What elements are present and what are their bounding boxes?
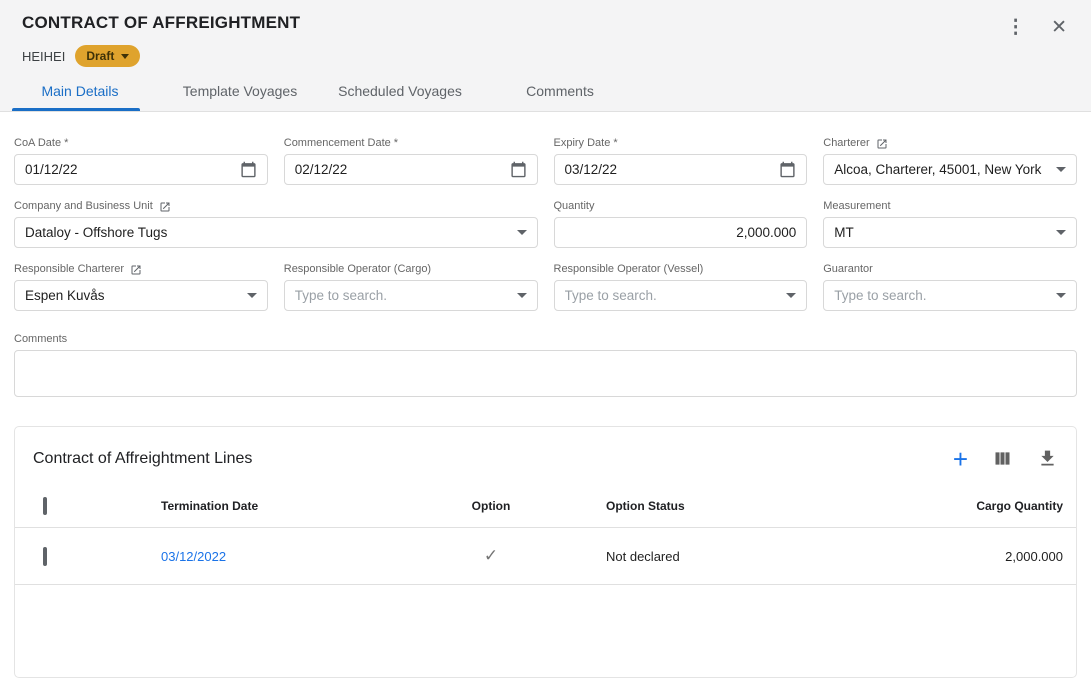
external-link-icon[interactable] (876, 138, 888, 150)
table-header-row: Termination Date Option Option Status Ca… (15, 484, 1076, 528)
col-termination-date: Termination Date (161, 499, 421, 513)
guarantor-input[interactable] (834, 288, 1048, 303)
responsible-charterer-label: Responsible Charterer (14, 263, 124, 276)
charterer-select[interactable]: Alcoa, Charterer, 45001, New York (823, 154, 1077, 185)
add-line-button[interactable]: + (953, 449, 968, 469)
commencement-date-input-wrap (284, 154, 538, 185)
calendar-icon[interactable] (779, 161, 796, 178)
dropdown-caret-icon (247, 293, 257, 298)
external-link-icon[interactable] (130, 264, 142, 276)
responsible-operator-vessel-field: Responsible Operator (Vessel) (554, 263, 808, 311)
option-check-icon: ✓ (484, 546, 498, 565)
responsible-operator-cargo-input[interactable] (295, 288, 509, 303)
kebab-menu-icon[interactable]: ⋮ (1006, 18, 1025, 37)
tab-main-details[interactable]: Main Details (0, 74, 160, 111)
responsible-operator-vessel-input[interactable] (565, 288, 779, 303)
cargo-quantity-value: 2,000.000 (841, 549, 1076, 564)
dropdown-caret-icon (1056, 230, 1066, 235)
company-business-unit-label: Company and Business Unit (14, 200, 153, 213)
calendar-icon[interactable] (240, 161, 257, 178)
coa-date-field: CoA Date * (14, 137, 268, 185)
guarantor-label: Guarantor (823, 263, 1077, 276)
contract-name: HEIHEI (22, 49, 65, 64)
responsible-operator-cargo-select[interactable] (284, 280, 538, 311)
measurement-value: MT (834, 225, 1048, 240)
responsible-charterer-select[interactable]: Espen Kuvås (14, 280, 268, 311)
measurement-field: Measurement MT (823, 200, 1077, 248)
commencement-date-field: Commencement Date * (284, 137, 538, 185)
dropdown-caret-icon (1056, 293, 1066, 298)
row-checkbox[interactable] (43, 547, 47, 566)
select-all-checkbox[interactable] (43, 497, 47, 515)
company-business-unit-select[interactable]: Dataloy - Offshore Tugs (14, 217, 538, 248)
option-status-value: Not declared (561, 549, 841, 564)
responsible-operator-cargo-field: Responsible Operator (Cargo) (284, 263, 538, 311)
expiry-date-field: Expiry Date * (554, 137, 808, 185)
tab-comments[interactable]: Comments (480, 74, 640, 111)
termination-date-link[interactable]: 03/12/2022 (161, 549, 226, 564)
expiry-date-input[interactable] (565, 162, 772, 177)
lines-card-title: Contract of Affreightment Lines (33, 450, 252, 468)
col-option-status: Option Status (561, 499, 841, 513)
external-link-icon[interactable] (159, 201, 171, 213)
quantity-input[interactable] (565, 225, 797, 240)
charterer-value: Alcoa, Charterer, 45001, New York (834, 162, 1048, 177)
header: CONTRACT OF AFFREIGHTMENT ⋮ ✕ HEIHEI Dra… (0, 0, 1091, 112)
dropdown-caret-icon (1056, 167, 1066, 172)
responsible-operator-cargo-label: Responsible Operator (Cargo) (284, 263, 538, 276)
download-icon[interactable] (1037, 448, 1058, 469)
measurement-label: Measurement (823, 200, 1077, 213)
quantity-field: Quantity (554, 200, 808, 248)
quantity-input-wrap (554, 217, 808, 248)
status-badge[interactable]: Draft (75, 45, 140, 67)
quantity-label: Quantity (554, 200, 808, 213)
responsible-charterer-field: Responsible Charterer Espen Kuvås (14, 263, 268, 311)
responsible-operator-vessel-select[interactable] (554, 280, 808, 311)
page-title: CONTRACT OF AFFREIGHTMENT (22, 13, 300, 33)
comments-textarea[interactable] (14, 350, 1077, 397)
comments-field: Comments (14, 333, 1077, 397)
status-badge-label: Draft (86, 49, 114, 63)
dropdown-caret-icon (786, 293, 796, 298)
main-details-form: CoA Date * Commencement Date * Expiry Da… (0, 112, 1091, 397)
tab-bar: Main Details Template Voyages Scheduled … (0, 74, 1091, 111)
charterer-label: Charterer (823, 137, 869, 150)
tab-scheduled-voyages[interactable]: Scheduled Voyages (320, 74, 480, 111)
col-cargo-quantity: Cargo Quantity (841, 499, 1076, 513)
close-icon[interactable]: ✕ (1051, 18, 1067, 37)
coa-date-input[interactable] (25, 162, 232, 177)
col-option: Option (421, 499, 561, 513)
charterer-field: Charterer Alcoa, Charterer, 45001, New Y… (823, 137, 1077, 185)
comments-label: Comments (14, 333, 1077, 346)
calendar-icon[interactable] (510, 161, 527, 178)
responsible-charterer-value: Espen Kuvås (25, 288, 239, 303)
expiry-date-input-wrap (554, 154, 808, 185)
coa-date-input-wrap (14, 154, 268, 185)
commencement-date-label: Commencement Date * (284, 137, 538, 150)
table-row: 03/12/2022 ✓ Not declared 2,000.000 (15, 528, 1076, 585)
dropdown-caret-icon (517, 230, 527, 235)
responsible-operator-vessel-label: Responsible Operator (Vessel) (554, 263, 808, 276)
company-business-unit-value: Dataloy - Offshore Tugs (25, 225, 509, 240)
tab-template-voyages[interactable]: Template Voyages (160, 74, 320, 111)
guarantor-field: Guarantor (823, 263, 1077, 311)
company-business-unit-field: Company and Business Unit Dataloy - Offs… (14, 200, 538, 248)
guarantor-select[interactable] (823, 280, 1077, 311)
coa-lines-card: Contract of Affreightment Lines + Termin… (14, 426, 1077, 678)
columns-icon[interactable] (992, 448, 1013, 469)
expiry-date-label: Expiry Date * (554, 137, 808, 150)
chevron-down-icon (121, 54, 129, 59)
measurement-select[interactable]: MT (823, 217, 1077, 248)
dropdown-caret-icon (517, 293, 527, 298)
commencement-date-input[interactable] (295, 162, 502, 177)
coa-date-label: CoA Date * (14, 137, 268, 150)
